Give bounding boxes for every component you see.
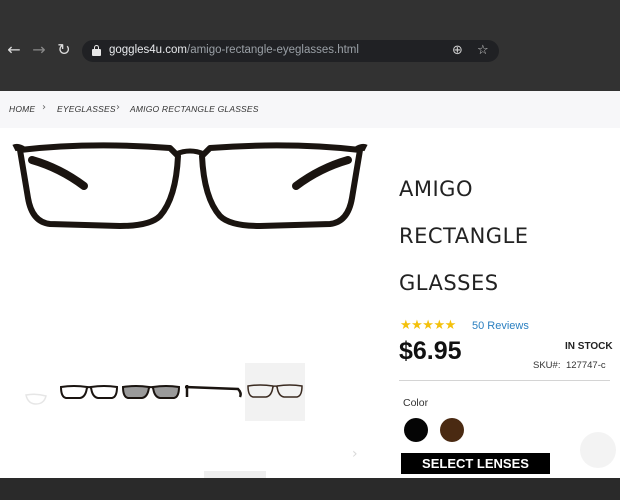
chat-widget-button[interactable] bbox=[580, 432, 616, 468]
reviews-link[interactable]: 50 Reviews bbox=[472, 320, 529, 332]
chevron-right-icon: › bbox=[42, 102, 46, 113]
breadcrumb-current: AMIGO RECTANGLE GLASSES bbox=[130, 104, 259, 114]
sku-label: SKU#: bbox=[533, 360, 561, 371]
add-circle-icon[interactable]: ⊕ bbox=[452, 43, 463, 59]
product-title-line1: AMIGO bbox=[399, 177, 473, 201]
thumbnail-side[interactable] bbox=[182, 363, 244, 421]
product-main-image bbox=[12, 142, 368, 229]
stock-status: IN STOCK bbox=[565, 341, 613, 352]
product-price: $6.95 bbox=[399, 337, 462, 365]
thumbnail-front[interactable] bbox=[58, 363, 120, 421]
product-title-line3: GLASSES bbox=[399, 271, 499, 295]
browser-chrome: ← → ↻ goggles4u.com/amigo-rectangle-eyeg… bbox=[0, 0, 620, 91]
carousel-next-icon[interactable]: › bbox=[352, 446, 358, 462]
bottom-bar bbox=[0, 478, 620, 500]
color-label: Color bbox=[403, 397, 429, 409]
url-domain: goggles4u.com bbox=[109, 44, 187, 56]
back-arrow-icon[interactable]: ← bbox=[5, 41, 23, 59]
url-text: goggles4u.com/amigo-rectangle-eyeglasses… bbox=[109, 44, 359, 56]
thumbnail-partial[interactable] bbox=[24, 390, 48, 406]
forward-arrow-icon[interactable]: → bbox=[30, 41, 48, 59]
reload-icon[interactable]: ↻ bbox=[55, 41, 73, 59]
rating-stars-icon: ★★★★★ bbox=[400, 318, 456, 333]
thumbnail-tinted[interactable] bbox=[120, 363, 182, 421]
breadcrumb-eyeglasses[interactable]: EYEGLASSES bbox=[57, 104, 116, 114]
chevron-right-icon: › bbox=[116, 102, 120, 113]
color-swatch-brown[interactable] bbox=[440, 418, 464, 442]
breadcrumb-home[interactable]: HOME bbox=[9, 104, 35, 114]
thumbnail-clear[interactable] bbox=[245, 363, 305, 421]
divider bbox=[399, 380, 610, 381]
lock-icon bbox=[92, 45, 101, 56]
product-title-line2: RECTANGLE bbox=[399, 224, 529, 248]
sku-value: 127747-c bbox=[566, 360, 606, 371]
color-swatch-black[interactable] bbox=[404, 418, 428, 442]
breadcrumb: HOME › EYEGLASSES › AMIGO RECTANGLE GLAS… bbox=[0, 91, 620, 128]
url-path: /amigo-rectangle-eyeglasses.html bbox=[187, 44, 359, 56]
bookmark-star-icon[interactable]: ☆ bbox=[477, 43, 489, 59]
select-lenses-button[interactable]: SELECT LENSES bbox=[401, 453, 550, 474]
image-scroll-indicator bbox=[204, 471, 266, 478]
address-bar[interactable]: goggles4u.com/amigo-rectangle-eyeglasses… bbox=[82, 40, 499, 62]
